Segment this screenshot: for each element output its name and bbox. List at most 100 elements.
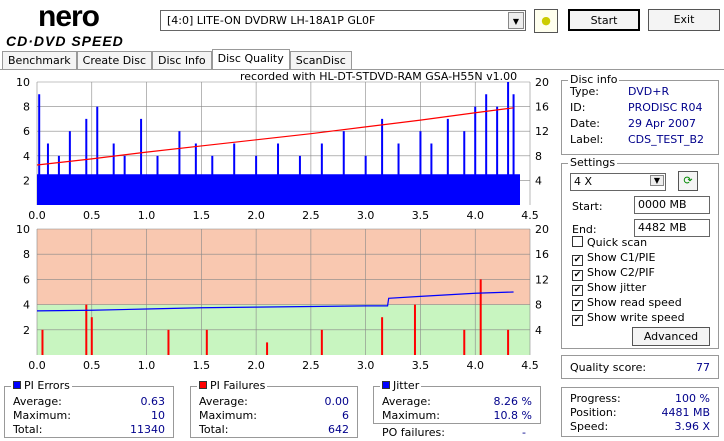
checkbox-label: Show C2/PIF [587,266,655,279]
start-label: Start: [572,200,603,213]
pi-errors-swatch [13,381,21,389]
checkbox-box[interactable]: ✔ [572,315,583,326]
pif-max-value: 6 [342,409,349,422]
y2-tick-label: 16 [535,248,549,261]
x-tick-label: 2.0 [247,359,265,372]
checkbox-show-c1-pie[interactable]: ✔ Show C1/PIE [572,251,655,266]
x-tick-label: 2.0 [247,209,265,222]
checkbox-box[interactable]: ✔ [572,270,583,281]
y-tick-label: 6 [23,125,30,138]
pie-total-label: Total: [13,423,43,436]
speed-value: 4 X [574,175,593,188]
x-tick-label: 2.5 [302,209,320,222]
id-value: PRODISC R04 [628,101,703,114]
speed-readout: 3.96 X [674,420,710,433]
start-input[interactable]: 0000 MB [634,196,710,214]
checkbox-box[interactable]: ✔ [572,300,583,311]
pi-failures-swatch [199,381,207,389]
y-tick-label: 2 [23,324,30,337]
label-value: CDS_TEST_B2 [628,133,705,146]
pi-errors-title: PI Errors [24,379,70,392]
x-tick-label: 1.5 [193,359,211,372]
exit-button[interactable]: Exit [648,9,720,31]
type-label: Type: [570,85,599,98]
checkbox-label: Show write speed [587,311,685,324]
progress-value: 100 % [675,392,710,405]
y2-tick-label: 4 [535,174,542,187]
type-value: DVD+R [628,85,670,98]
checkbox-show-jitter[interactable]: ✔ Show jitter [572,281,646,296]
y-tick-label: 6 [23,273,30,286]
checkbox-show-read-speed[interactable]: ✔ Show read speed [572,296,682,311]
speed-select[interactable]: 4 X ▼ [570,173,666,191]
position-value: 4481 MB [661,406,710,419]
date-label: Date: [570,117,600,130]
y-tick-label: 10 [16,76,30,89]
y2-tick-label: 16 [535,101,549,114]
checkbox-box[interactable] [572,236,583,247]
y2-tick-label: 20 [535,223,549,236]
jitter-title: Jitter [393,379,420,392]
po-failures-value: - [522,426,526,439]
y2-tick-label: 8 [535,299,542,312]
start-button[interactable]: Start [568,9,640,31]
y-tick-label: 8 [23,248,30,261]
x-tick-label: 3.0 [357,359,375,372]
disc-icon: ● [541,14,551,27]
x-tick-label: 3.5 [412,209,430,222]
x-tick-label: 0.0 [28,359,46,372]
y2-tick-label: 8 [535,150,542,163]
pi-failures-title: PI Failures [210,379,266,392]
po-failures-label: PO failures: [382,426,445,439]
pi-failures-group: PI Failures Average: 0.00 Maximum: 6 Total… [190,379,358,438]
y-tick-label: 2 [23,174,30,187]
quality-score-value: 77 [696,361,710,374]
quality-score-group: Quality score: 77 [561,355,719,379]
checkbox-label: Show C1/PIE [587,251,656,264]
checkbox-quick-scan[interactable]: Quick scan [572,236,647,249]
pif-avg-label: Average: [199,395,248,408]
y-tick-label: 4 [23,150,30,163]
jitter-avg-label: Average: [382,395,431,408]
disc-config-button[interactable]: ● [534,9,558,33]
jitter-max-label: Maximum: [382,409,440,422]
checkbox-box[interactable]: ✔ [572,255,583,266]
jitter-group: Jitter Average: 8.26 % Maximum: 10.8 % [373,379,541,424]
x-tick-label: 1.0 [138,359,156,372]
y2-tick-label: 12 [535,273,549,286]
tab-disc-quality[interactable]: Disc Quality [211,49,290,70]
charts: 0.0 0.5 1.0 1.5 2.0 2.5 3.0 3.5 4.0 4.5 2 4 6 8 10 4 8 12… [16,76,549,372]
checkbox-show-write-speed[interactable]: ✔ Show write speed [572,311,685,326]
x-tick-label: 3.0 [357,209,375,222]
jitter-max-value: 10.8 % [493,409,532,422]
progress-group: Progress: 100 % Position: 4481 MB Speed: 3.… [561,387,719,437]
x-tick-label: 4.5 [521,359,539,372]
y-tick-label: 8 [23,101,30,114]
checkbox-label: Show jitter [587,281,647,294]
end-input[interactable]: 4482 MB [634,219,710,237]
x-tick-label: 4.0 [466,359,484,372]
checkbox-box[interactable]: ✔ [572,285,583,296]
checkbox-show-c2-pif[interactable]: ✔ Show C2/PIF [572,266,655,281]
label-label: Label: [570,133,604,146]
tab-disc-info[interactable]: Disc Info [152,51,212,70]
refresh-button[interactable]: ⟳ [678,171,698,191]
x-tick-label: 1.5 [193,209,211,222]
end-label: End: [572,223,597,236]
drive-select[interactable]: [4:0] LITE-ON DVDRW LH-18A1P GL0F ▼ [160,10,526,31]
chevron-down-icon[interactable]: ▼ [508,12,524,29]
tab-benchmark[interactable]: Benchmark [2,51,77,70]
settings-title: Settings [568,156,618,169]
advanced-button[interactable]: Advanced [632,327,710,346]
tab-create-disc[interactable]: Create Disc [76,51,153,70]
pif-total-value: 642 [328,423,349,436]
tab-scandisc[interactable]: ScanDisc [289,51,352,70]
pie-max-label: Maximum: [13,409,71,422]
y2-tick-label: 4 [535,324,542,337]
pi-errors-group: PI Errors Average: 0.63 Maximum: 10 Total:… [4,379,174,438]
cd-dvd-speed-logo: CD·DVD SPEED [6,33,124,49]
speed-label: Speed: [570,420,609,433]
position-label: Position: [570,406,617,419]
y-tick-label: 4 [23,299,30,312]
chevron-down-icon[interactable]: ▼ [650,175,664,186]
